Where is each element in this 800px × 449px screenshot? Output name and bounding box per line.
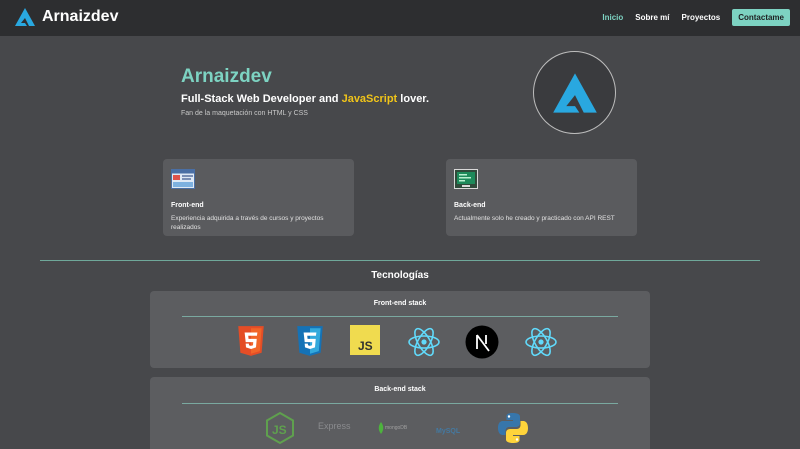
css3-icon (297, 326, 323, 356)
hero-logo-avatar (533, 51, 616, 134)
backend-stack-divider (182, 403, 618, 404)
mongodb-leaf-icon (378, 422, 384, 434)
main-nav: Inicio Sobre mí Proyectos Contactame (590, 9, 790, 26)
mysql-label: MySQL (436, 428, 461, 435)
section-divider (40, 260, 760, 261)
mysql-icon: MySQL (436, 428, 460, 435)
backend-card: Back-end Actualmente solo he creado y pr… (446, 159, 637, 236)
frontend-stack-panel: Front-end stack JS (150, 291, 650, 368)
top-navbar: Arnaizdev Inicio Sobre mí Proyectos Cont… (0, 0, 800, 36)
backend-card-text: Actualmente solo he creado y practicado … (454, 215, 615, 222)
frontend-browser-icon (171, 169, 195, 189)
hero-subtitle-highlight: JavaScript (341, 93, 398, 105)
python-icon (498, 413, 528, 443)
frontend-stack-title: Front-end stack (373, 300, 427, 307)
react-icon (525, 327, 557, 357)
javascript-icon: JS (350, 325, 380, 355)
backend-terminal-icon (454, 169, 478, 189)
express-label: Express (318, 421, 351, 431)
arnaizdev-logo-icon (552, 72, 597, 113)
technologies-title: Tecnologías (371, 270, 429, 281)
backend-stack-panel: Back-end stack JS Express mongoDB MySQL (150, 377, 650, 449)
frontend-card-text: Experiencia adquirida a través de cursos… (171, 215, 324, 232)
express-icon: Express (318, 421, 351, 431)
frontend-stack-divider (182, 316, 618, 317)
mongodb-label: mongoDB (385, 425, 408, 431)
nextjs-icon (465, 325, 499, 359)
hero-subtitle-prefix: Full-Stack Web Developer and (181, 93, 339, 105)
svg-text:JS: JS (358, 339, 373, 353)
nav-inicio[interactable]: Inicio (602, 13, 623, 22)
hero-name: Arnaizdev (181, 66, 272, 87)
backend-stack-title: Back-end stack (374, 386, 426, 393)
nodejs-icon: JS (266, 411, 294, 445)
mongodb-icon: mongoDB (378, 422, 407, 434)
nav-proyectos[interactable]: Proyectos (682, 13, 721, 22)
nav-sobre-mi[interactable]: Sobre mí (635, 13, 669, 22)
backend-card-title: Back-end (454, 202, 486, 209)
hero-description: Fan de la maquetación con HTML y CSS (181, 110, 308, 117)
frontend-card-title: Front-end (171, 202, 204, 209)
html5-icon (238, 326, 264, 356)
hero-subtitle: Full-Stack Web Developer and JavaScript … (181, 93, 429, 105)
hero-subtitle-suffix: lover. (400, 93, 430, 105)
brand-name: Arnaizdev (42, 8, 119, 25)
react-icon (408, 327, 440, 357)
brand-link[interactable]: Arnaizdev (14, 7, 118, 27)
frontend-card: Front-end Experiencia adquirida a través… (163, 159, 354, 236)
contactame-button[interactable]: Contactame (732, 9, 790, 26)
arnaizdev-logo-icon (15, 8, 35, 26)
svg-text:JS: JS (272, 423, 287, 437)
